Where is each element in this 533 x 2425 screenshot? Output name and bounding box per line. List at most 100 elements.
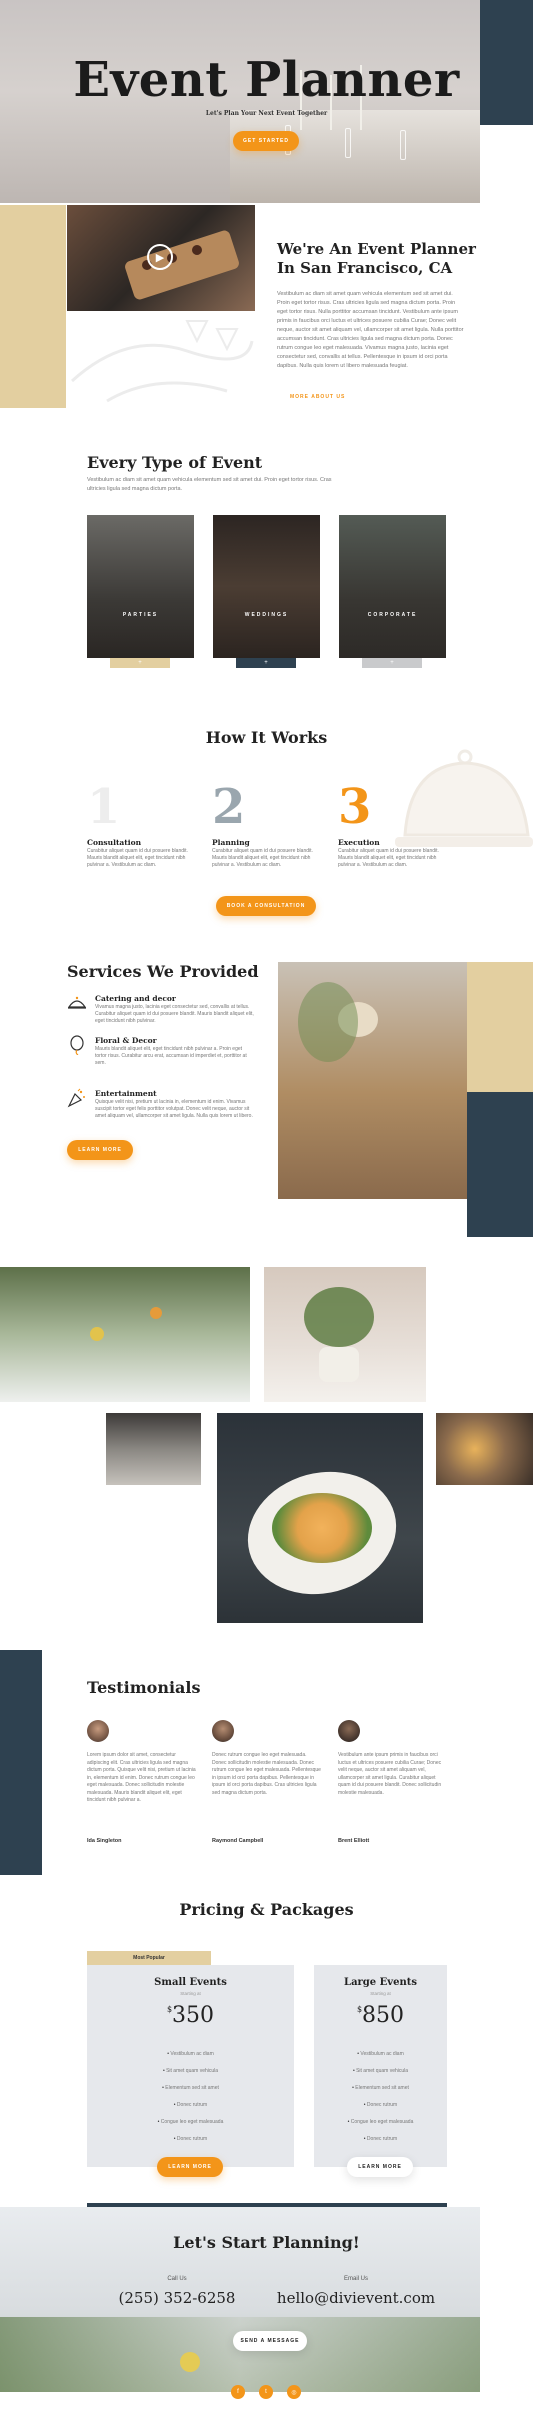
large-events-learn-more-button[interactable]: LEARN MORE xyxy=(347,2157,413,2177)
step-2-title: Planning xyxy=(212,838,250,847)
book-consultation-button[interactable]: BOOK A CONSULTATION xyxy=(216,896,316,916)
get-started-button[interactable]: GET STARTED xyxy=(233,131,299,151)
corporate-card[interactable]: CORPORATE xyxy=(339,515,446,658)
greenery xyxy=(298,982,358,1062)
lemon xyxy=(90,1327,104,1341)
weddings-plus-icon[interactable]: + xyxy=(236,658,296,668)
step-3-number: 3 xyxy=(338,779,372,835)
testimonial-3-name: Brent Elliott xyxy=(338,1838,370,1844)
plan-feature: Donec rutrum xyxy=(314,2102,447,2108)
avatar xyxy=(338,1720,360,1742)
service-2-title: Floral & Decor xyxy=(95,1036,157,1045)
balloon-icon xyxy=(70,1035,84,1055)
pricing-title: Pricing & Packages xyxy=(179,1900,354,1919)
email-address[interactable]: hello@divievent.com xyxy=(266,2289,446,2307)
weddings-label: WEDDINGS xyxy=(244,612,289,618)
about-title-line1: We're An Event Planner xyxy=(277,240,476,258)
plan-price-value: 350 xyxy=(172,2003,215,2028)
vase xyxy=(319,1347,359,1382)
service-1-body: Vivamus magna justo, lacinia eget consec… xyxy=(95,1004,254,1024)
email-us-label: Email Us xyxy=(343,2276,368,2282)
plan-currency: $ xyxy=(356,2005,363,2014)
plan-feature: Vestibulum ac diam xyxy=(87,2051,294,2057)
catering-icon xyxy=(67,996,87,1009)
twitter-icon[interactable]: t xyxy=(259,2385,273,2399)
plan-feature: Sit amet quam vehicula xyxy=(87,2068,294,2074)
plan-large-events: Large Events Starting at $850 Vestibulum… xyxy=(314,1965,447,2167)
about-tan-block xyxy=(0,205,66,408)
gallery-photo-platter xyxy=(217,1413,423,1623)
plan-price: $850 xyxy=(314,2003,447,2028)
lemon xyxy=(180,2352,200,2372)
play-icon[interactable]: ▶ xyxy=(147,244,173,270)
plan-currency: $ xyxy=(166,2005,173,2014)
hero-glass xyxy=(345,128,351,158)
testimonials-navy-block xyxy=(0,1650,42,1875)
hero-table-image xyxy=(230,110,480,203)
corporate-label: CORPORATE xyxy=(367,612,418,618)
service-3-title: Entertainment xyxy=(95,1089,157,1098)
step-2-number: 2 xyxy=(212,779,246,835)
party-popper-icon xyxy=(67,1088,85,1108)
about-title-line2: In San Francisco, CA xyxy=(277,259,453,277)
decor-sketch-icon xyxy=(70,320,254,403)
cloche-icon xyxy=(395,749,533,847)
phone-number[interactable]: (255) 352-6258 xyxy=(97,2289,257,2307)
hero-title: Event Planner xyxy=(73,52,460,108)
plan-feature: Congue leo eget malesuada xyxy=(314,2119,447,2125)
service-3-body: Quisque velit nisi, pretium ut lacinia i… xyxy=(95,1099,253,1119)
plan-feature: Elementum sed sit amet xyxy=(87,2085,294,2091)
services-photo xyxy=(278,962,467,1199)
footer-foliage xyxy=(0,2317,480,2392)
about-body: Vestibulum ac diam sit amet quam vehicul… xyxy=(277,291,464,369)
plan-title: Large Events xyxy=(344,1977,417,1988)
plan-subtitle: Starting at xyxy=(370,1991,391,1996)
gallery-photo-flowers xyxy=(264,1267,426,1402)
plan-feature: Vestibulum ac diam xyxy=(314,2051,447,2057)
gallery-photo-buffet xyxy=(106,1413,201,1485)
bouquet xyxy=(304,1287,374,1347)
weddings-card[interactable]: WEDDINGS xyxy=(213,515,320,658)
step-1-number: 1 xyxy=(87,779,121,835)
corporate-plus-icon[interactable]: + xyxy=(362,658,422,668)
plan-feature: Sit amet quam vehicula xyxy=(314,2068,447,2074)
canapes xyxy=(272,1493,372,1563)
step-1-title: Consultation xyxy=(87,838,142,847)
plan-price-value: 850 xyxy=(362,2003,405,2028)
testimonial-3-body: Vestibulum ante ipsum primis in faucibus… xyxy=(338,1752,442,1796)
parties-label: PARTIES xyxy=(122,612,159,618)
services-title: Services We Provided xyxy=(67,962,259,981)
plan-feature: Donec rutrum xyxy=(87,2102,294,2108)
gallery-photo-appetizers xyxy=(436,1413,533,1485)
more-about-us-link[interactable]: MORE ABOUT US xyxy=(290,394,345,400)
testimonial-2-name: Raymond Campbell xyxy=(212,1838,264,1844)
send-message-button[interactable]: SEND A MESSAGE xyxy=(233,2331,307,2351)
dessert xyxy=(192,245,202,255)
service-2-body: Mauris blandit aliquet elit, eget tincid… xyxy=(95,1046,247,1066)
plan-title: Small Events xyxy=(154,1977,227,1988)
testimonials-title: Testimonials xyxy=(87,1678,201,1697)
most-popular-badge: Most Popular xyxy=(87,1951,211,1965)
avatar xyxy=(87,1720,109,1742)
plan-feature: Elementum sed sit amet xyxy=(314,2085,447,2091)
testimonial-2-body: Donec rutrum congue leo eget malesuada. … xyxy=(212,1752,321,1796)
types-title: Every Type of Event xyxy=(87,453,263,472)
services-navy-block xyxy=(467,1092,533,1237)
avatar xyxy=(212,1720,234,1742)
plan-feature: Congue leo eget malesuada xyxy=(87,2119,294,2125)
step-1-body: Curabitur aliquet quam id dui posuere bl… xyxy=(87,848,188,868)
small-events-learn-more-button[interactable]: LEARN MORE xyxy=(157,2157,223,2177)
plan-subtitle: Starting at xyxy=(180,1991,201,1996)
learn-more-button[interactable]: LEARN MORE xyxy=(67,1140,133,1160)
parties-plus-icon[interactable]: + xyxy=(110,658,170,668)
parties-card[interactable]: PARTIES xyxy=(87,515,194,658)
cta-title: Let's Start Planning! xyxy=(173,2233,360,2252)
instagram-icon[interactable]: ◎ xyxy=(287,2385,301,2399)
gallery-photo-table xyxy=(0,1267,250,1402)
plan-feature: Donec rutrum xyxy=(314,2136,447,2142)
facebook-icon[interactable]: f xyxy=(231,2385,245,2399)
service-1-title: Catering and decor xyxy=(95,994,176,1003)
step-2-body: Curabitur aliquet quam id dui posuere bl… xyxy=(212,848,313,868)
orange xyxy=(150,1307,162,1319)
types-body: Vestibulum ac diam sit amet quam vehicul… xyxy=(87,477,332,492)
